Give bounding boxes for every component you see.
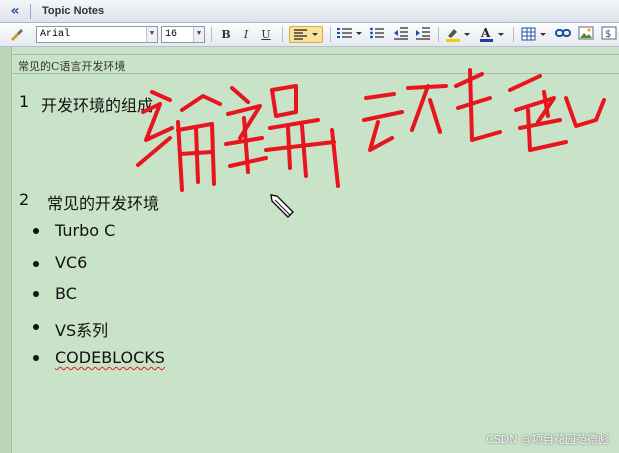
pencil-cursor-icon	[268, 192, 296, 224]
watermark-text: CSDN @项目花园范德彪	[486, 433, 609, 446]
handwriting-annotation	[136, 68, 606, 192]
